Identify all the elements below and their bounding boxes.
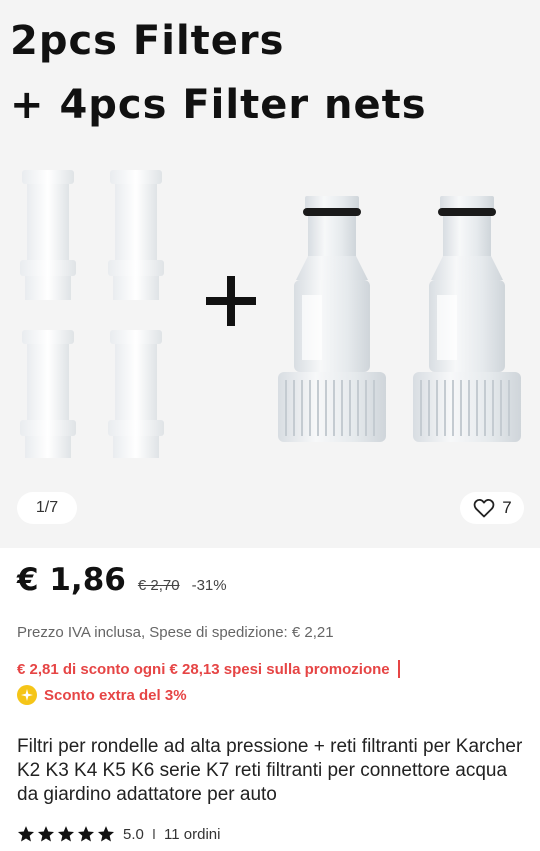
coin-icon [17, 685, 37, 705]
filter-net-1 [20, 170, 76, 300]
plus-icon [206, 276, 256, 326]
star-icon [17, 826, 35, 842]
current-price: € 1,86 [17, 562, 126, 598]
rating-row[interactable]: 5.0 I 11 ordini [17, 825, 523, 843]
extra-discount-text: Sconto extra del 3% [44, 686, 187, 704]
extra-discount[interactable]: Sconto extra del 3% [17, 685, 523, 705]
water-filter-2 [413, 196, 521, 442]
tax-shipping-note: Prezzo IVA inclusa, Spese di spedizione:… [17, 624, 334, 641]
promo-discount-link[interactable]: € 2,81 di sconto ogni € 28,13 spesi sull… [17, 660, 523, 678]
like-count: 7 [502, 498, 512, 517]
product-image-gallery[interactable]: 2pcs Filters + 4pcs Filter nets 1/7 7 [0, 0, 540, 548]
product-photo [20, 170, 521, 458]
filter-net-2 [108, 170, 164, 300]
star-icon [97, 826, 115, 842]
heart-icon [473, 499, 495, 518]
star-icon [77, 826, 95, 842]
promo-discount-text: € 2,81 di sconto ogni € 28,13 spesi sull… [17, 660, 390, 678]
rating-separator: I [151, 825, 157, 843]
product-info: € 1,86 € 2,70 -31% Prezzo IVA inclusa, S… [0, 562, 540, 843]
order-count: 11 ordini [164, 825, 221, 843]
promo-divider [397, 660, 400, 678]
star-rating [17, 825, 115, 843]
original-price: € 2,70 [137, 577, 180, 594]
image-counter: 1/7 [17, 492, 77, 524]
product-title: Filtri per rondelle ad alta pressione + … [17, 736, 523, 805]
star-icon [57, 826, 75, 842]
wishlist-button[interactable]: 7 [460, 492, 524, 524]
filter-net-3 [20, 330, 76, 458]
star-icon [37, 826, 55, 842]
filter-net-4 [108, 330, 164, 458]
image-title-line-1: 2pcs Filters [10, 18, 285, 64]
water-filter-1 [278, 196, 386, 442]
rating-score: 5.0 [123, 825, 144, 843]
discount-percent: -31% [191, 577, 227, 594]
image-title-line-2: + 4pcs Filter nets [10, 82, 427, 128]
price-row: € 1,86 € 2,70 -31% [17, 562, 523, 602]
